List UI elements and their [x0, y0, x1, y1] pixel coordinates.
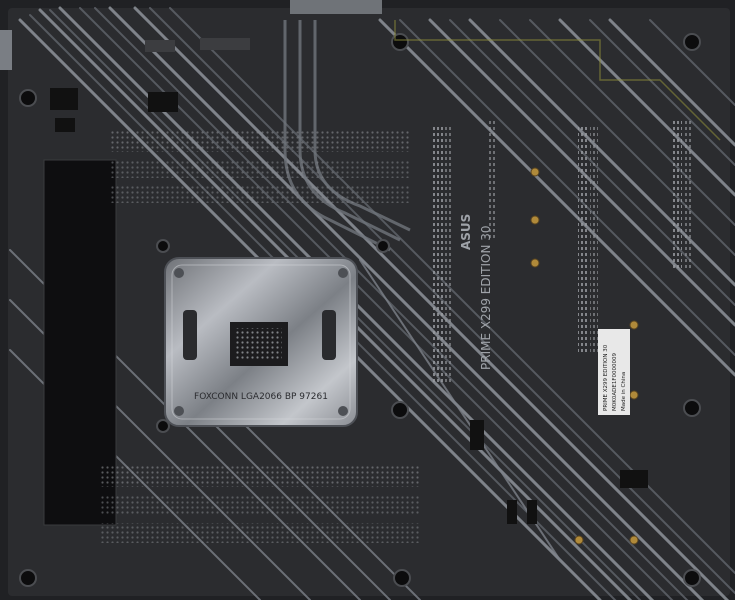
sticker-line1: PRIME X299 EDITION 30: [603, 344, 609, 411]
motherboard-back-svg: FOXCONN LGA2066 BP 97261 ASUS PRIME X299…: [0, 0, 735, 600]
brand-logo: ASUS: [459, 214, 473, 250]
socket-marking: FOXCONN LGA2066 BP 97261: [194, 392, 328, 402]
model-marking-group: ASUS: [459, 214, 473, 250]
model-name-group: PRIME X299 EDITION 30: [479, 225, 493, 370]
serial-sticker: PRIME X299 EDITION 30 M0K0ADE1F0000009 M…: [598, 329, 630, 415]
sticker-line3: Made in China: [621, 372, 627, 411]
motherboard-photo: FOXCONN LGA2066 BP 97261 ASUS PRIME X299…: [0, 0, 735, 600]
io-bracket: [290, 0, 382, 14]
sticker-line2: M0K0ADE1F0000009: [612, 353, 618, 411]
io-clip: [0, 30, 12, 70]
model-marking: PRIME X299 EDITION 30: [479, 225, 493, 370]
